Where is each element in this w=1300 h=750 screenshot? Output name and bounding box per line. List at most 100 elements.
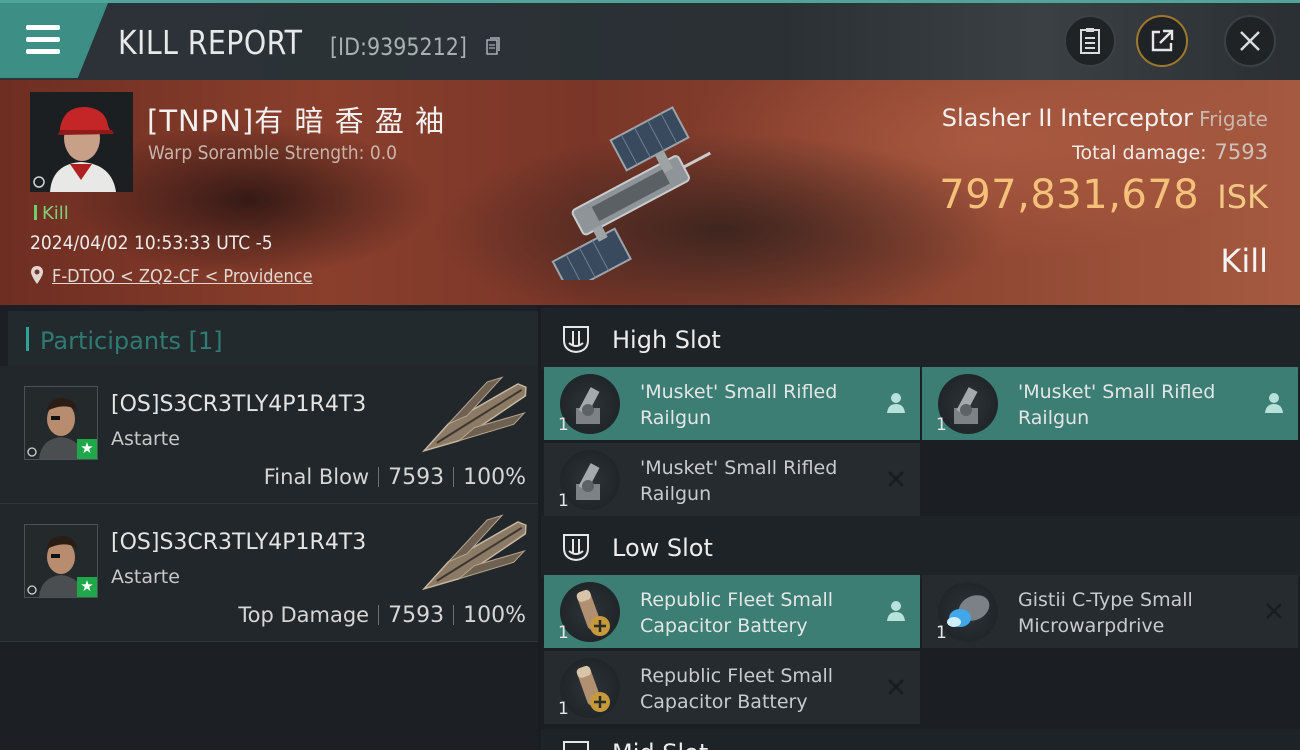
railgun-graphic [576, 387, 600, 424]
participant-row[interactable]: ★ [OS]S3CR3TLY4P1R4T3 Astarte Top Damage… [0, 504, 538, 642]
total-damage-value: 7593 [1214, 140, 1268, 164]
isk-unit: ISK [1217, 178, 1268, 216]
divider [453, 467, 455, 487]
victim-name[interactable]: [TNPN]有 暗 香 盈 袖 [147, 98, 445, 140]
kill-location-link[interactable]: F-DTOO < ZQ2-CF < Providence [52, 266, 313, 287]
pilot-portrait-image [30, 92, 133, 192]
destroyed-icon [888, 471, 904, 487]
menu-icon-bar [26, 37, 60, 42]
item-name: Republic Fleet Small Capacitor Battery [640, 589, 834, 637]
capacitor-battery-icon [560, 582, 620, 642]
person-icon [887, 393, 905, 413]
fitting-item[interactable]: 1 'Musket' Small Rifled Railgun [922, 367, 1298, 440]
participant-stats: Top Damage 7593 100% [238, 603, 526, 628]
item-quantity: 1 [558, 415, 569, 435]
fitting-panel: High Slot 1 'Musket' Small Rifled Railgu… [541, 305, 1300, 750]
item-quantity: 1 [558, 699, 569, 719]
kill-status-tag: Kill [34, 203, 69, 224]
close-icon [1240, 31, 1260, 51]
participant-role: Final Blow [263, 465, 370, 489]
person-icon [887, 601, 905, 621]
menu-button[interactable] [0, 3, 108, 78]
ship-class: Frigate [1199, 107, 1268, 131]
participant-ship: Astarte [111, 428, 180, 450]
participants-count: [1] [188, 327, 223, 355]
capacitor-battery-graphic [576, 589, 610, 636]
item-name: 'Musket' Small Rifled Railgun [640, 457, 838, 505]
item-quantity: 1 [558, 623, 569, 643]
share-button[interactable] [1136, 15, 1188, 67]
isk-amount: 797,831,678 [939, 172, 1200, 218]
destroyed-icon [1266, 603, 1282, 619]
microwarpdrive-icon [938, 582, 998, 642]
participant-damage: 7593 [388, 465, 445, 490]
warp-scramble-strength: Warp Soramble Strength: 0.0 [148, 142, 398, 164]
low-slot-header: Low Slot [541, 516, 1300, 578]
total-damage: Total damage: 7593 [1072, 140, 1268, 164]
star-icon: ★ [77, 577, 97, 597]
participant-ship: Astarte [111, 566, 180, 588]
fitting-item[interactable]: 1 'Musket' Small Rifled Railgun [544, 443, 920, 516]
railgun-icon [560, 450, 620, 510]
victim-portrait[interactable] [30, 92, 133, 192]
railgun-graphic [954, 387, 978, 424]
menu-icon [26, 25, 60, 30]
low-slot-label: Low Slot [612, 534, 713, 562]
railgun-icon [560, 374, 620, 434]
kill-datetime: 2024/04/02 10:53:33 UTC -5 [30, 232, 273, 254]
total-damage-label: Total damage: [1072, 142, 1207, 164]
railgun-icon [938, 374, 998, 434]
participant-name[interactable]: [OS]S3CR3TLY4P1R4T3 [111, 392, 366, 417]
share-icon [1151, 29, 1174, 52]
mid-slot-header: Mid Slot [541, 729, 1300, 750]
ship-type-name: Slasher II Interceptor [941, 104, 1194, 132]
page-title: KILL REPORT [118, 23, 303, 62]
participants-header: Participants [1] [8, 311, 538, 368]
fitting-item[interactable]: 1 Gistii C-Type Small Microwarpdrive [922, 575, 1298, 648]
mid-slot-icon [563, 741, 589, 750]
victim-ship-image[interactable] [520, 100, 770, 280]
fitting-item[interactable]: 1 'Musket' Small Rifled Railgun [544, 367, 920, 440]
item-name: 'Musket' Small Rifled Railgun [640, 381, 838, 429]
avatar[interactable]: ★ [24, 386, 98, 460]
high-slot-header: High Slot [541, 308, 1300, 370]
item-quantity: 1 [936, 623, 947, 643]
participant-damage: 7593 [388, 603, 445, 628]
participant-ship-image [421, 514, 527, 591]
victim-ship-name[interactable]: Slasher II Interceptor Frigate [942, 104, 1268, 132]
high-slot-icon [563, 326, 589, 354]
avatar[interactable]: ★ [24, 524, 98, 598]
isk-value: 797,831,678 ISK [939, 172, 1268, 218]
mid-slot-label: Mid Slot [612, 739, 708, 750]
menu-icon-bar [26, 49, 60, 54]
item-quantity: 1 [936, 415, 947, 435]
participant-row[interactable]: ★ [OS]S3CR3TLY4P1R4T3 Astarte Final Blow… [0, 366, 538, 504]
location-pin-icon [31, 266, 43, 284]
participants-title: Participants [1] [40, 327, 223, 355]
fitting-item[interactable]: 1 Republic Fleet Small Capacitor Battery [544, 651, 920, 724]
clipboard-icon [1080, 28, 1100, 54]
victim-summary: [TNPN]有 暗 香 盈 袖 Warp Soramble Strength: … [0, 80, 1300, 305]
top-bar: KILL REPORT [ID:9395212] [0, 0, 1300, 80]
log-button[interactable] [1064, 15, 1116, 67]
participant-stats: Final Blow 7593 100% [264, 465, 526, 490]
capacitor-battery-icon [560, 658, 620, 718]
copy-icon[interactable] [486, 37, 500, 55]
result-label: Kill [1220, 242, 1268, 280]
participant-role: Top Damage [238, 603, 370, 627]
star-icon: ★ [77, 439, 97, 459]
header-accent [26, 327, 29, 351]
capacitor-battery-graphic [576, 665, 610, 712]
close-button[interactable] [1224, 15, 1276, 67]
participant-percent: 100% [463, 465, 526, 490]
destroyed-icon [888, 679, 904, 695]
report-id: [ID:9395212] [330, 33, 467, 61]
item-name: Gistii C-Type Small Microwarpdrive [1018, 589, 1193, 637]
participant-name[interactable]: [OS]S3CR3TLY4P1R4T3 [111, 530, 366, 555]
item-name: Republic Fleet Small Capacitor Battery [640, 665, 834, 713]
item-quantity: 1 [558, 491, 569, 511]
participant-ship-image [421, 376, 527, 453]
participants-label: Participants [40, 327, 181, 355]
fitting-item[interactable]: 1 Republic Fleet Small Capacitor Battery [544, 575, 920, 648]
divider [378, 605, 380, 625]
